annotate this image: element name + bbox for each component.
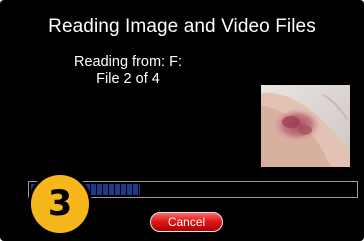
- status-text: Reading from: F: File 2 of 4: [28, 54, 228, 88]
- cancel-button[interactable]: Cancel: [150, 212, 223, 232]
- skin-lesion-photo-icon: [261, 85, 350, 167]
- dialog-title: Reading Image and Video Files: [48, 16, 316, 37]
- reading-source-label: Reading from: F:: [74, 54, 182, 70]
- file-count-label: File 2 of 4: [96, 71, 160, 87]
- reading-files-dialog: Reading Image and Video Files Reading fr…: [0, 0, 364, 241]
- step-number-badge: 3: [28, 172, 92, 236]
- preview-image: [261, 85, 350, 167]
